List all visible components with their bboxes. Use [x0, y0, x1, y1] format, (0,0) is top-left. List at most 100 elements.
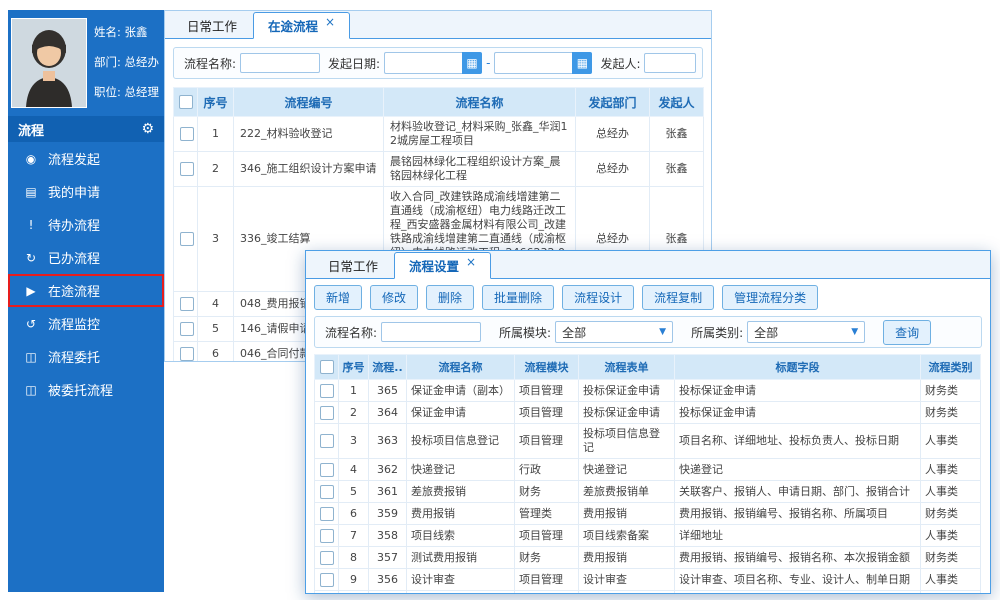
process-name-input[interactable]	[381, 322, 481, 342]
row-checkbox[interactable]	[320, 434, 334, 448]
row-checkbox[interactable]	[320, 485, 334, 499]
cell-department: 总经办	[576, 152, 650, 187]
process-definition-row[interactable]: 7 358 项目线索 项目管理 项目线索备案 详细地址 人事类	[315, 525, 981, 547]
column-header: 流程编号	[234, 88, 384, 117]
chevron-down-icon: ▼	[851, 327, 858, 337]
row-checkbox[interactable]	[180, 232, 194, 246]
cell-initiator: 张鑫	[650, 117, 704, 152]
cell-category: 财务类	[921, 380, 981, 402]
batch-delete-button[interactable]: 批量删除	[482, 285, 554, 310]
tab-in-transit-process[interactable]: 在途流程 ×	[253, 12, 350, 39]
application-window: { "theme": { "sidebar_blue": "#1c70c5", …	[0, 0, 1000, 600]
query-button[interactable]: 查询	[883, 320, 931, 345]
cell-category: 人事类	[921, 569, 981, 591]
process-definition-row[interactable]: 9 356 设计审查 项目管理 设计审查 设计审查、项目名称、专业、设计人、制单…	[315, 569, 981, 591]
row-checkbox[interactable]	[320, 384, 334, 398]
chevron-down-icon: ▼	[659, 327, 666, 337]
cell-seq: 5	[339, 481, 369, 503]
sidebar-menu-item[interactable]: ▤ 我的申请	[8, 175, 164, 208]
tab-daily-work[interactable]: 日常工作	[173, 13, 251, 38]
cell-form: 投标保证金申请	[579, 402, 675, 424]
menu-item-icon: ↻	[23, 251, 39, 265]
process-definition-row[interactable]: 2 364 保证金申请 项目管理 投标保证金申请 投标保证金申请 财务类	[315, 402, 981, 424]
module-label: 所属模块:	[499, 324, 551, 341]
close-tab-icon[interactable]: ×	[466, 256, 476, 268]
sidebar-menu-item[interactable]: ◫ 被委托流程	[8, 373, 164, 406]
process-definition-row[interactable]: 8 357 测试费用报销 财务 费用报销 费用报销、报销编号、报销名称、本次报销…	[315, 547, 981, 569]
process-definition-row[interactable]: 10 355 设计进度汇报 项目管理 设计进度汇报 设计进度汇报、所属项目、任务…	[315, 591, 981, 595]
row-checkbox[interactable]	[180, 162, 194, 176]
front-table-header-row: 序号 流程.. 流程名称 流程模块 流程表单 标题字段 流程类别	[315, 355, 981, 380]
cell-process-id: 356	[369, 569, 407, 591]
column-header: 流程名称	[407, 355, 515, 380]
menu-item-icon: ◫	[23, 350, 39, 364]
process-settings-toolbar: 新增 修改 删除 批量删除 流程设计 流程复制 管理流程分类	[306, 279, 990, 316]
column-header: 流程类别	[921, 355, 981, 380]
add-button[interactable]: 新增	[314, 285, 362, 310]
date-to-input[interactable]	[494, 52, 572, 74]
cell-module: 项目管理	[515, 525, 579, 547]
sidebar-menu-item[interactable]: ▶ 在途流程	[8, 274, 164, 307]
column-header: 标题字段	[675, 355, 921, 380]
row-checkbox[interactable]	[320, 551, 334, 565]
calendar-icon[interactable]: ▦	[462, 52, 482, 74]
process-settings-window: 日常工作 流程设置 × 新增 修改 删除 批量删除 流程设计 流程复制 管理流程…	[305, 250, 991, 594]
row-checkbox[interactable]	[180, 297, 194, 311]
cell-process-id: 365	[369, 380, 407, 402]
edit-button[interactable]: 修改	[370, 285, 418, 310]
sidebar-menu-item[interactable]: ! 待办流程	[8, 208, 164, 241]
category-select[interactable]: 全部 ▼	[747, 321, 865, 343]
process-name-label: 流程名称:	[325, 324, 377, 341]
tab-label: 流程设置	[409, 256, 459, 275]
process-definition-row[interactable]: 3 363 投标项目信息登记 项目管理 投标项目信息登记 项目名称、详细地址、投…	[315, 424, 981, 459]
process-table-row[interactable]: 1 222_材料验收登记 材料验收登记_材料采购_张鑫_华润12城房屋工程项目 …	[174, 117, 704, 152]
row-checkbox[interactable]	[180, 322, 194, 336]
process-name-input[interactable]	[240, 53, 320, 73]
start-date-label: 发起日期:	[328, 55, 380, 72]
tab-daily-work[interactable]: 日常工作	[314, 253, 392, 278]
menu-item-label: 我的申请	[48, 182, 100, 201]
tab-process-settings[interactable]: 流程设置 ×	[394, 252, 491, 279]
cell-module: 财务	[515, 547, 579, 569]
row-checkbox[interactable]	[320, 507, 334, 521]
row-checkbox[interactable]	[320, 529, 334, 543]
row-checkbox[interactable]	[320, 573, 334, 587]
process-definition-row[interactable]: 6 359 费用报销 管理类 费用报销 费用报销、报销编号、报销名称、所属项目 …	[315, 503, 981, 525]
column-header: 序号	[339, 355, 369, 380]
menu-item-icon: ◫	[23, 383, 39, 397]
process-copy-button[interactable]: 流程复制	[642, 285, 714, 310]
cell-process-id: 358	[369, 525, 407, 547]
manage-category-button[interactable]: 管理流程分类	[722, 285, 818, 310]
cell-process-code: 222_材料验收登记	[234, 117, 384, 152]
process-definition-row[interactable]: 1 365 保证金申请（副本） 项目管理 投标保证金申请 投标保证金申请 财务类	[315, 380, 981, 402]
select-all-checkbox[interactable]	[179, 95, 193, 109]
cell-category: 项目管理	[921, 591, 981, 595]
process-definition-row[interactable]: 4 362 快递登记 行政 快递登记 快递登记 人事类	[315, 459, 981, 481]
row-checkbox[interactable]	[180, 347, 194, 361]
select-all-checkbox[interactable]	[320, 360, 334, 374]
sidebar: 姓名: 张鑫 部门: 总经办 职位: 总经理 流程 ⚙ ◉ 流程发起 ▤ 我的申…	[8, 10, 164, 592]
sidebar-menu-item[interactable]: ◫ 流程委托	[8, 340, 164, 373]
calendar-icon[interactable]: ▦	[572, 52, 592, 74]
cell-form: 设计审查	[579, 569, 675, 591]
menu-item-label: 流程监控	[48, 314, 100, 333]
row-checkbox[interactable]	[320, 463, 334, 477]
checkbox-cell	[174, 292, 198, 317]
row-checkbox[interactable]	[320, 406, 334, 420]
process-table-row[interactable]: 2 346_施工组织设计方案申请 晨铭园林绿化工程组织设计方案_晨铭园林绿化工程…	[174, 152, 704, 187]
sidebar-menu-item[interactable]: ◉ 流程发起	[8, 142, 164, 175]
process-design-button[interactable]: 流程设计	[562, 285, 634, 310]
module-select[interactable]: 全部 ▼	[555, 321, 673, 343]
checkbox-cell	[315, 569, 339, 591]
gear-icon[interactable]: ⚙	[141, 121, 154, 137]
sidebar-menu-item[interactable]: ↻ 已办流程	[8, 241, 164, 274]
column-header: 发起人	[650, 88, 704, 117]
cell-title-fields: 费用报销、报销编号、报销名称、本次报销金额	[675, 547, 921, 569]
delete-button[interactable]: 删除	[426, 285, 474, 310]
initiator-input[interactable]	[644, 53, 696, 73]
date-from-input[interactable]	[384, 52, 462, 74]
close-tab-icon[interactable]: ×	[325, 16, 335, 28]
process-definition-row[interactable]: 5 361 差旅费报销 财务 差旅费报销单 关联客户、报销人、申请日期、部门、报…	[315, 481, 981, 503]
sidebar-menu-item[interactable]: ↺ 流程监控	[8, 307, 164, 340]
row-checkbox[interactable]	[180, 127, 194, 141]
